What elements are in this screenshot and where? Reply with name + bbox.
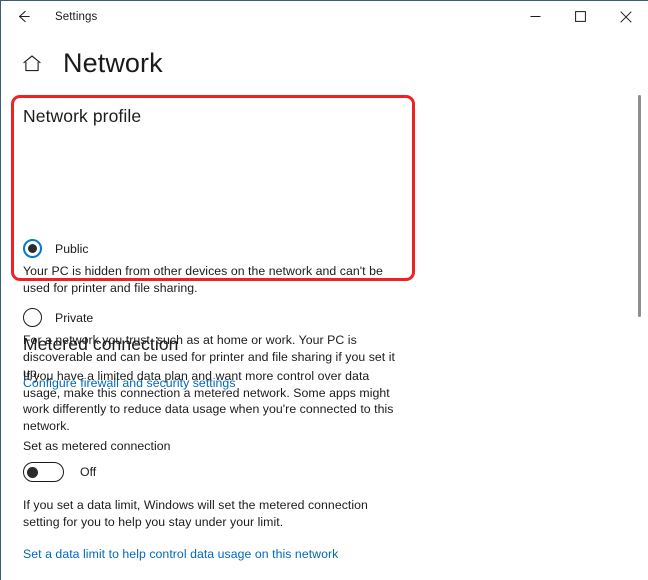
radio-public-label: Public [55,241,89,256]
page-header: Network [1,43,163,83]
metered-connection-description: If you have a limited data plan and want… [23,369,394,433]
minimize-button[interactable] [513,1,558,32]
radio-option-private[interactable]: Private [23,308,93,327]
back-arrow-icon [15,8,32,25]
minimize-icon [530,11,541,22]
close-icon [619,10,632,23]
home-button[interactable] [15,54,49,73]
close-button[interactable] [603,1,648,32]
scrollbar-thumb[interactable] [638,95,641,317]
app-title: Settings [55,10,98,23]
radio-private-label: Private [55,310,94,325]
home-icon [22,54,42,73]
settings-content: Network profile Public Your PC is hidden… [1,93,637,580]
metered-toggle-switch[interactable] [23,462,64,482]
set-data-limit-link[interactable]: Set a data limit to help control data us… [23,547,338,561]
maximize-button[interactable] [558,1,603,32]
back-button[interactable] [1,1,45,32]
radio-public-dot [28,244,37,253]
radio-public-indicator[interactable] [23,239,42,258]
network-profile-heading: Network profile [23,106,142,126]
maximize-icon [575,11,586,22]
vertical-scrollbar[interactable] [634,35,646,580]
metered-toggle-state: Off [80,465,97,479]
metered-toggle-row[interactable]: Off [23,462,96,482]
toggle-knob [27,466,38,478]
radio-option-public[interactable]: Public [23,239,89,258]
settings-window: Settings Network Network profile Public … [0,0,648,580]
radio-private-indicator[interactable] [23,308,42,327]
data-limit-description: If you set a data limit, Windows will se… [23,498,368,529]
set-as-metered-label: Set as metered connection [23,439,171,453]
public-description: Your PC is hidden from other devices on … [23,264,383,295]
metered-connection-heading: Metered connection [23,334,179,354]
window-controls [513,1,648,32]
page-title: Network [63,47,163,78]
titlebar: Settings [1,1,648,32]
